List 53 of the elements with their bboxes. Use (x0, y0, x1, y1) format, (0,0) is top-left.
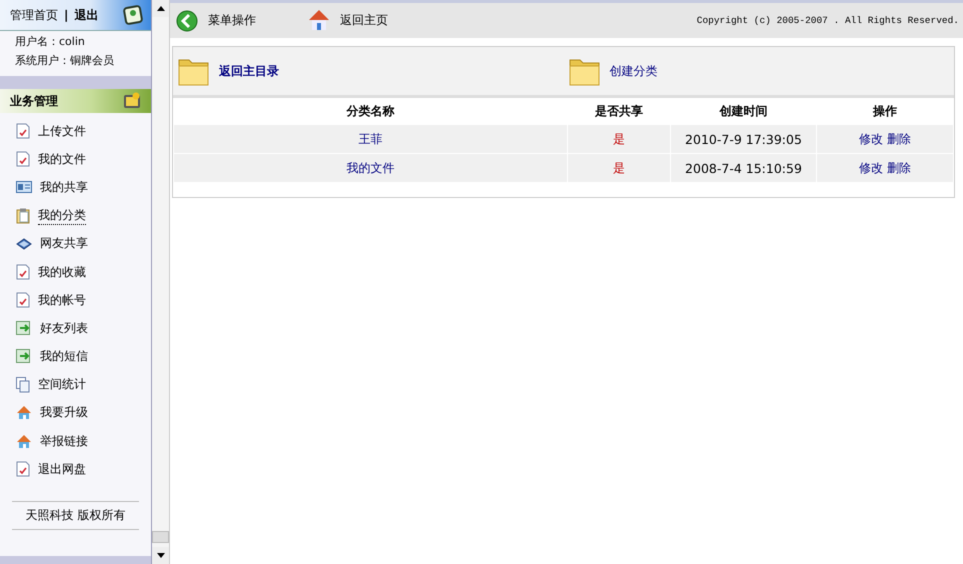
menu-item[interactable]: 我的共享 (0, 173, 151, 202)
menu-item[interactable]: 举报链接 (0, 427, 151, 456)
create-category-link[interactable]: 创建分类 (564, 54, 954, 88)
menu-item[interactable]: 我的收藏 (0, 258, 151, 286)
home-page-link[interactable]: 返回主页 (308, 8, 388, 32)
table-cell: 是 (568, 124, 671, 154)
house-icon (308, 8, 330, 32)
caret-up-icon (156, 6, 164, 11)
scroll-up-button[interactable] (152, 0, 169, 17)
menu-item[interactable]: 我的分类 (0, 202, 151, 230)
house-icon (16, 405, 32, 420)
user-level: 系统用户：铜牌会员 (15, 53, 115, 68)
document-icon (16, 264, 30, 280)
menu-item[interactable]: 空间统计 (0, 370, 151, 399)
scroll-thumb[interactable] (152, 531, 169, 543)
house-icon (16, 434, 32, 449)
menu-item[interactable]: 好友列表 (0, 314, 151, 342)
category-link[interactable]: 王菲 (358, 132, 383, 146)
menu-link[interactable]: 菜单操作 (176, 10, 256, 32)
pages-icon (16, 376, 30, 393)
table-cell: 2010-7-9 17:39:05 (670, 124, 816, 154)
separator: | (64, 8, 68, 22)
drive-icon (16, 236, 32, 251)
edit-link[interactable]: 修改 (858, 160, 883, 174)
menu-item[interactable]: 上传文件 (0, 117, 151, 146)
edit-link[interactable]: 修改 (858, 132, 883, 146)
card-icon (16, 181, 32, 194)
logout-link[interactable]: 退出 (74, 6, 98, 24)
menu-item[interactable]: 退出网盘 (0, 455, 151, 484)
menu-item[interactable]: 我的短信 (0, 342, 151, 371)
scroll-down-button[interactable] (152, 547, 169, 564)
menu-item[interactable]: 我要升级 (0, 398, 151, 428)
table-cell: 是 (568, 154, 671, 182)
copyright-text: Copyright (c) 2005-2007 . All Rights Reserved. (696, 15, 960, 26)
table-cell: 2008-7-4 15:10:59 (670, 154, 816, 182)
clipboard-icon (16, 208, 30, 224)
menu-item[interactable]: 我的帐号 (0, 286, 151, 314)
delete-link[interactable]: 删除 (886, 132, 911, 146)
menu-item[interactable]: 我的文件 (0, 145, 151, 174)
category-link[interactable]: 我的文件 (346, 160, 395, 174)
caret-down-icon (156, 553, 164, 558)
user-name: 用户名：colin (15, 34, 86, 49)
back-to-root-link[interactable]: 返回主目录 (173, 54, 564, 88)
document-icon (16, 151, 30, 168)
delete-link[interactable]: 删除 (886, 160, 911, 174)
document-icon (16, 292, 30, 308)
document-icon (16, 123, 30, 140)
footer-text: 天照科技 版权所有 (12, 501, 139, 530)
home-link[interactable]: 管理首页 (10, 6, 58, 24)
card-icon (123, 5, 143, 25)
menu-item[interactable]: 网友共享 (0, 230, 151, 258)
document-icon (16, 461, 30, 478)
section-title: 业务管理 (10, 92, 58, 110)
